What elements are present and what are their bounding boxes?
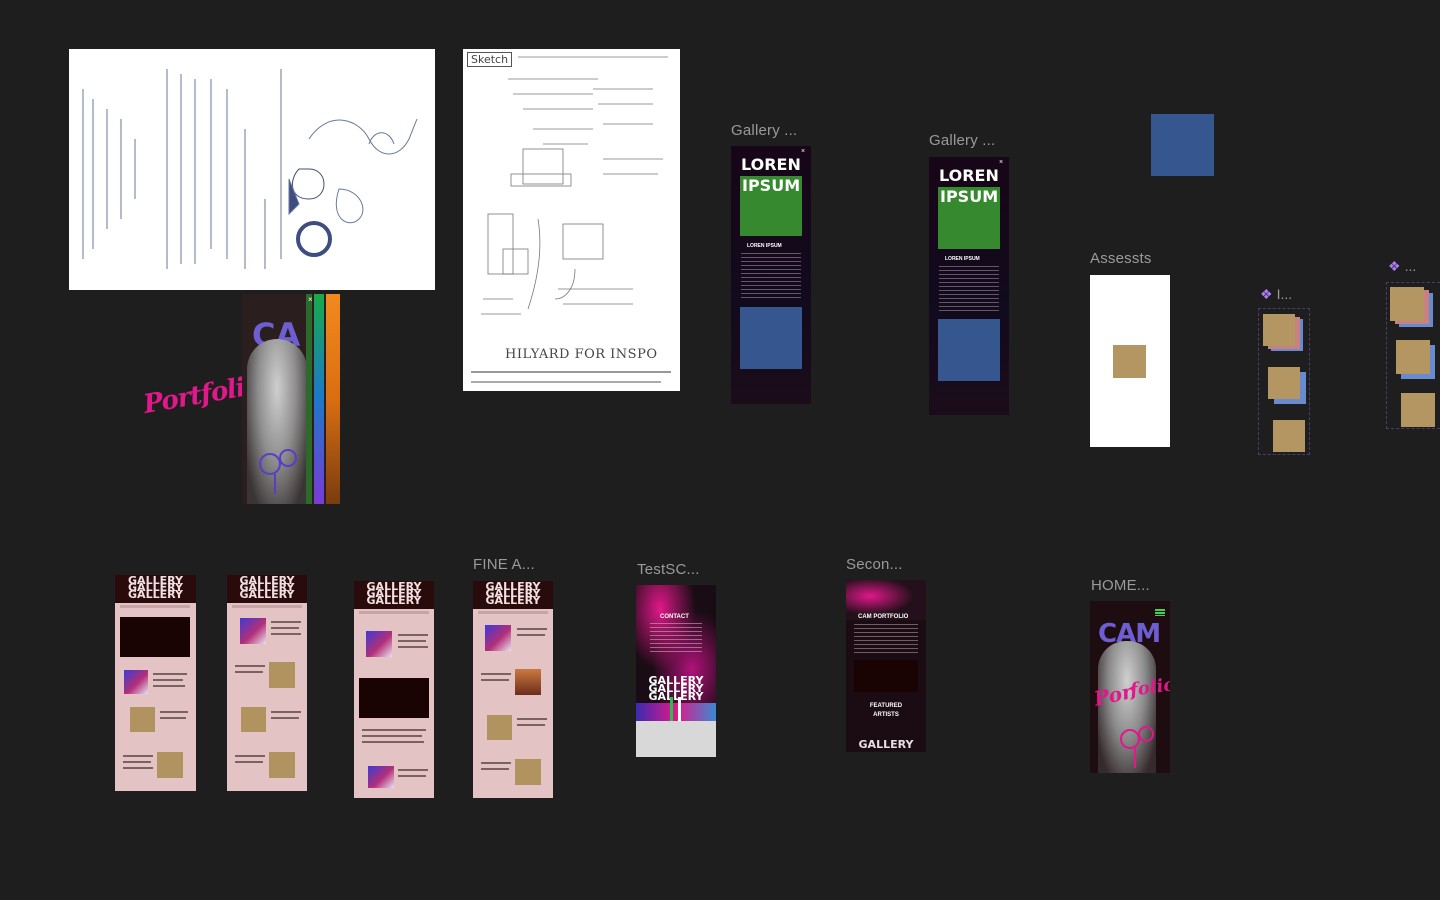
second-gallery-text: GALLERY xyxy=(858,738,914,751)
gallery-page-b-header: GALLERY GALLERY GALLERY xyxy=(227,575,307,603)
component-set-2[interactable] xyxy=(1386,282,1440,429)
frame-label-gallery-1[interactable]: Gallery ... xyxy=(731,122,797,139)
component-diamond-icon: ❖ xyxy=(1260,286,1273,302)
flower-doodle-icon xyxy=(1120,726,1154,768)
sketch-notes-2[interactable]: Sketch HILYARD FOR INSPO xyxy=(463,49,680,391)
second-featured-label: FEATURED ARTISTS xyxy=(869,703,903,718)
assets-tan-swatch xyxy=(1113,345,1146,378)
fine-art-header: GALLERY GALLERY GALLERY xyxy=(473,581,553,609)
fine-art-frame[interactable]: GALLERY GALLERY GALLERY xyxy=(473,581,553,798)
gallery-page-c[interactable]: GALLERY GALLERY GALLERY xyxy=(354,581,434,798)
close-icon[interactable]: × xyxy=(308,295,313,304)
component-diamond-icon: ❖ xyxy=(1388,258,1401,274)
gallery-2-title-2: IPSUM xyxy=(940,187,999,206)
gallery-frame-1[interactable]: LOREN IPSUM LOREN IPSUM × xyxy=(731,146,811,404)
gallery-2-subtitle: LOREN IPSUM xyxy=(945,256,980,262)
assets-frame[interactable] xyxy=(1090,275,1170,447)
frame-label-home[interactable]: HOME... xyxy=(1091,577,1150,594)
sketch-notes-1[interactable] xyxy=(69,49,435,290)
component-label-1[interactable]: ❖ I... xyxy=(1260,286,1292,303)
hamburger-menu-icon[interactable] xyxy=(1155,609,1165,616)
sketch-notes-2-drawing xyxy=(481,56,668,315)
flower-doodle-icon xyxy=(259,449,297,494)
cat-collage[interactable]: CA × xyxy=(242,294,340,504)
second-frame[interactable]: CAM PORTFOLIO FEATURED ARTISTS GALLERY xyxy=(846,580,926,752)
gallery-page-c-header: GALLERY GALLERY GALLERY xyxy=(354,581,434,609)
gallery-1-title-2: IPSUM xyxy=(742,176,801,195)
gallery-page-b[interactable]: GALLERY GALLERY GALLERY xyxy=(227,575,307,791)
gallery-1-subtitle: LOREN IPSUM xyxy=(747,243,782,249)
home-frame[interactable]: CAM Por folio xyxy=(1090,601,1170,773)
gallery-page-a[interactable]: GALLERY GALLERY GALLERY xyxy=(115,575,196,791)
gallery-1-title-1: LOREN xyxy=(741,155,801,174)
gallery-frame-2[interactable]: LOREN IPSUM LOREN IPSUM × xyxy=(929,157,1009,415)
gallery-2-blue-block xyxy=(938,319,1000,381)
second-portfolio-label: CAM PORTFOLIO xyxy=(858,614,909,620)
test-frame[interactable]: CONTACT GALLERY GALLERY GALLERY xyxy=(636,585,716,757)
frame-label-gallery-2[interactable]: Gallery ... xyxy=(929,132,995,149)
component-label-2[interactable]: ❖... xyxy=(1388,258,1416,275)
close-icon[interactable]: × xyxy=(801,148,805,155)
test-contact-heading: CONTACT xyxy=(660,614,689,620)
gallery-2-title-1: LOREN xyxy=(939,166,999,185)
sketch-notes-1-drawing xyxy=(82,69,418,269)
frame-label-assets[interactable]: Assessts xyxy=(1090,250,1152,267)
blue-swatch[interactable] xyxy=(1151,114,1214,176)
gallery-1-blue-block xyxy=(740,307,802,369)
frame-label-fine-art[interactable]: FINE A... xyxy=(473,556,535,573)
close-icon[interactable]: × xyxy=(999,159,1003,166)
test-gallery-text: GALLERY GALLERY GALLERY xyxy=(648,674,704,703)
frame-label-test[interactable]: TestSC... xyxy=(637,561,700,578)
sketch-note-text: HILYARD FOR INSPO xyxy=(505,347,658,362)
gallery-page-a-header: GALLERY GALLERY GALLERY xyxy=(115,575,196,603)
frame-label-second[interactable]: Secon... xyxy=(846,556,903,573)
component-set-1[interactable] xyxy=(1258,308,1310,455)
